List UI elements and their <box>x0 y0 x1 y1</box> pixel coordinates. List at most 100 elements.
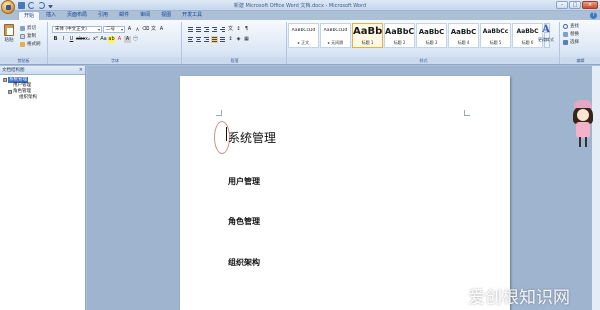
superscript-icon[interactable]: x² <box>92 36 99 43</box>
cut-button[interactable]: 剪切 <box>20 25 41 31</box>
scissors-icon <box>20 25 25 31</box>
select-icon <box>563 39 568 45</box>
justify-icon[interactable] <box>211 36 218 43</box>
distributed-icon[interactable] <box>219 36 226 43</box>
bullets-icon[interactable] <box>187 26 194 33</box>
character-shading-icon[interactable]: A <box>124 36 131 43</box>
align-right-icon[interactable] <box>203 36 210 43</box>
dress-shape <box>576 122 590 138</box>
style-heading-3[interactable]: AaBbC 标题 3 <box>416 23 447 48</box>
office-button[interactable] <box>1 0 15 14</box>
save-icon[interactable] <box>18 2 25 9</box>
subscript-icon[interactable]: x₂ <box>84 36 91 43</box>
multilevel-list-icon[interactable] <box>203 26 210 33</box>
collapse-icon[interactable]: ⊟ <box>3 78 7 82</box>
help-icon[interactable]: ? <box>590 12 597 19</box>
borders-icon[interactable]: ▦ <box>243 36 250 43</box>
replace-button[interactable]: 替换 <box>563 31 579 37</box>
hat-shape <box>574 100 592 108</box>
tab-page-layout[interactable]: 页面布局 <box>62 11 92 20</box>
font-group: 宋体 (中文正文) 二号 A A ⌫ 文 A B I U abc x₂ x² A… <box>49 22 182 64</box>
heading-2-roles[interactable]: 角色管理 <box>228 216 260 227</box>
style-normal[interactable]: AaBbCcDd ▸ 正文 <box>288 23 319 48</box>
style-name: 标题 4 <box>457 40 470 45</box>
close-button[interactable]: × <box>582 1 598 9</box>
clipboard-group-label: 剪贴板 <box>0 57 47 64</box>
tab-developer[interactable]: 开发工具 <box>177 11 207 20</box>
copy-button[interactable]: 复制 <box>20 33 41 39</box>
underline-icon[interactable]: U <box>68 36 75 43</box>
heading-2-users[interactable]: 用户管理 <box>228 176 260 187</box>
tab-view[interactable]: 视图 <box>156 11 176 20</box>
clear-formatting-icon[interactable]: ⌫ <box>142 26 149 33</box>
style-name: 标题 3 <box>425 40 438 45</box>
style-sample: AaBbCcDd <box>291 28 316 33</box>
minimize-button[interactable]: – <box>556 1 568 9</box>
strikethrough-icon[interactable]: abc <box>76 36 85 43</box>
clipboard-icon <box>4 24 14 36</box>
undo-icon[interactable] <box>28 2 35 9</box>
tab-home[interactable]: 开始 <box>18 11 41 20</box>
font-color-icon[interactable]: A <box>116 36 123 43</box>
redo-icon[interactable] <box>38 2 45 9</box>
style-name: 标题 1 <box>361 40 374 45</box>
style-heading-1[interactable]: AaBb 标题 1 <box>352 23 383 48</box>
change-styles-label: 更改样式 <box>538 37 554 42</box>
customize-toolbar-icon[interactable] <box>48 5 53 8</box>
tab-review[interactable]: 审阅 <box>135 11 155 20</box>
style-sample: AaBbCc <box>482 28 509 35</box>
cut-label: 剪切 <box>27 26 36 31</box>
format-painter-button[interactable]: 格式刷 <box>20 41 41 47</box>
style-heading-5[interactable]: AaBbCc 标题 5 <box>480 23 511 48</box>
align-left-icon[interactable] <box>187 36 194 43</box>
font-size-select[interactable]: 二号 <box>103 26 125 33</box>
line-spacing-icon[interactable]: ↕ <box>227 36 234 43</box>
bold-icon[interactable]: B <box>52 36 59 43</box>
style-sample: AaBbC <box>418 28 445 36</box>
collapse-icon[interactable]: ⊟ <box>8 90 12 94</box>
tab-mailings[interactable]: 邮件 <box>114 11 134 20</box>
format-painter-label: 格式刷 <box>27 42 41 47</box>
tree-item-org[interactable]: 组织架构 <box>3 95 82 101</box>
show-marks-icon[interactable]: ¶ <box>243 26 250 33</box>
heading-1[interactable]: 系统管理 <box>228 129 276 146</box>
italic-icon[interactable]: I <box>60 36 67 43</box>
style-heading-4[interactable]: AaBbC 标题 4 <box>448 23 479 48</box>
find-button[interactable]: 查找 <box>563 23 579 29</box>
align-center-icon[interactable] <box>195 36 202 43</box>
close-pane-icon[interactable]: × <box>79 66 83 75</box>
select-label: 选择 <box>570 40 579 45</box>
tab-insert[interactable]: 插入 <box>41 11 61 20</box>
change-case-icon[interactable]: Aa <box>100 36 107 43</box>
change-styles-button[interactable]: A 更改样式 <box>535 23 557 43</box>
style-no-spacing[interactable]: AaBbCcDd ▸ 无间隔 <box>320 23 351 48</box>
grow-font-icon[interactable]: A <box>126 26 133 33</box>
character-border-icon[interactable]: A <box>158 26 165 33</box>
sort-icon[interactable]: ↕ <box>235 26 242 33</box>
decrease-indent-icon[interactable] <box>211 26 218 33</box>
heading-2-org[interactable]: 组织架构 <box>228 257 260 268</box>
style-heading-2[interactable]: AaBbC 标题 2 <box>384 23 415 48</box>
ribbon-tabs: 开始 插入 页面布局 引用 邮件 审阅 视图 开发工具 <box>18 11 207 20</box>
select-button[interactable]: 选择 <box>563 39 579 45</box>
paste-button[interactable]: 粘贴 <box>3 24 15 43</box>
document-page[interactable]: 系统管理 用户管理 角色管理 组织架构 <box>180 76 510 310</box>
numbering-icon[interactable] <box>195 26 202 33</box>
paragraph-group-label: 段落 <box>183 57 286 64</box>
shading-icon[interactable]: ◈ <box>235 36 242 43</box>
style-sample: AaBbC <box>385 27 414 36</box>
tab-references[interactable]: 引用 <box>93 11 113 20</box>
phonetic-guide-icon[interactable]: 文 <box>150 26 157 33</box>
paragraph-group: 文 ↕ ¶ ↕ ◈ ▦ 段落 <box>183 22 287 64</box>
highlight-icon[interactable]: ab <box>108 36 115 43</box>
maximize-button[interactable]: □ <box>569 1 581 9</box>
title-bar: 新建 Microsoft Office Word 文档.docx - Micro… <box>0 0 600 11</box>
shrink-font-icon[interactable]: A <box>134 26 141 33</box>
style-name: ▸ 无间隔 <box>327 40 344 45</box>
chinese-layout-icon[interactable]: 文 <box>227 26 234 33</box>
increase-indent-icon[interactable] <box>219 26 226 33</box>
clipboard-group: 粘贴 剪切 复制 格式刷 剪贴板 <box>0 22 48 64</box>
ribbon: 粘贴 剪切 复制 格式刷 剪贴板 宋体 (中文正文) 二号 A A ⌫ 文 A … <box>0 20 600 65</box>
enclose-characters-icon[interactable]: ㊀ <box>132 36 139 43</box>
font-family-select[interactable]: 宋体 (中文正文) <box>52 26 102 33</box>
